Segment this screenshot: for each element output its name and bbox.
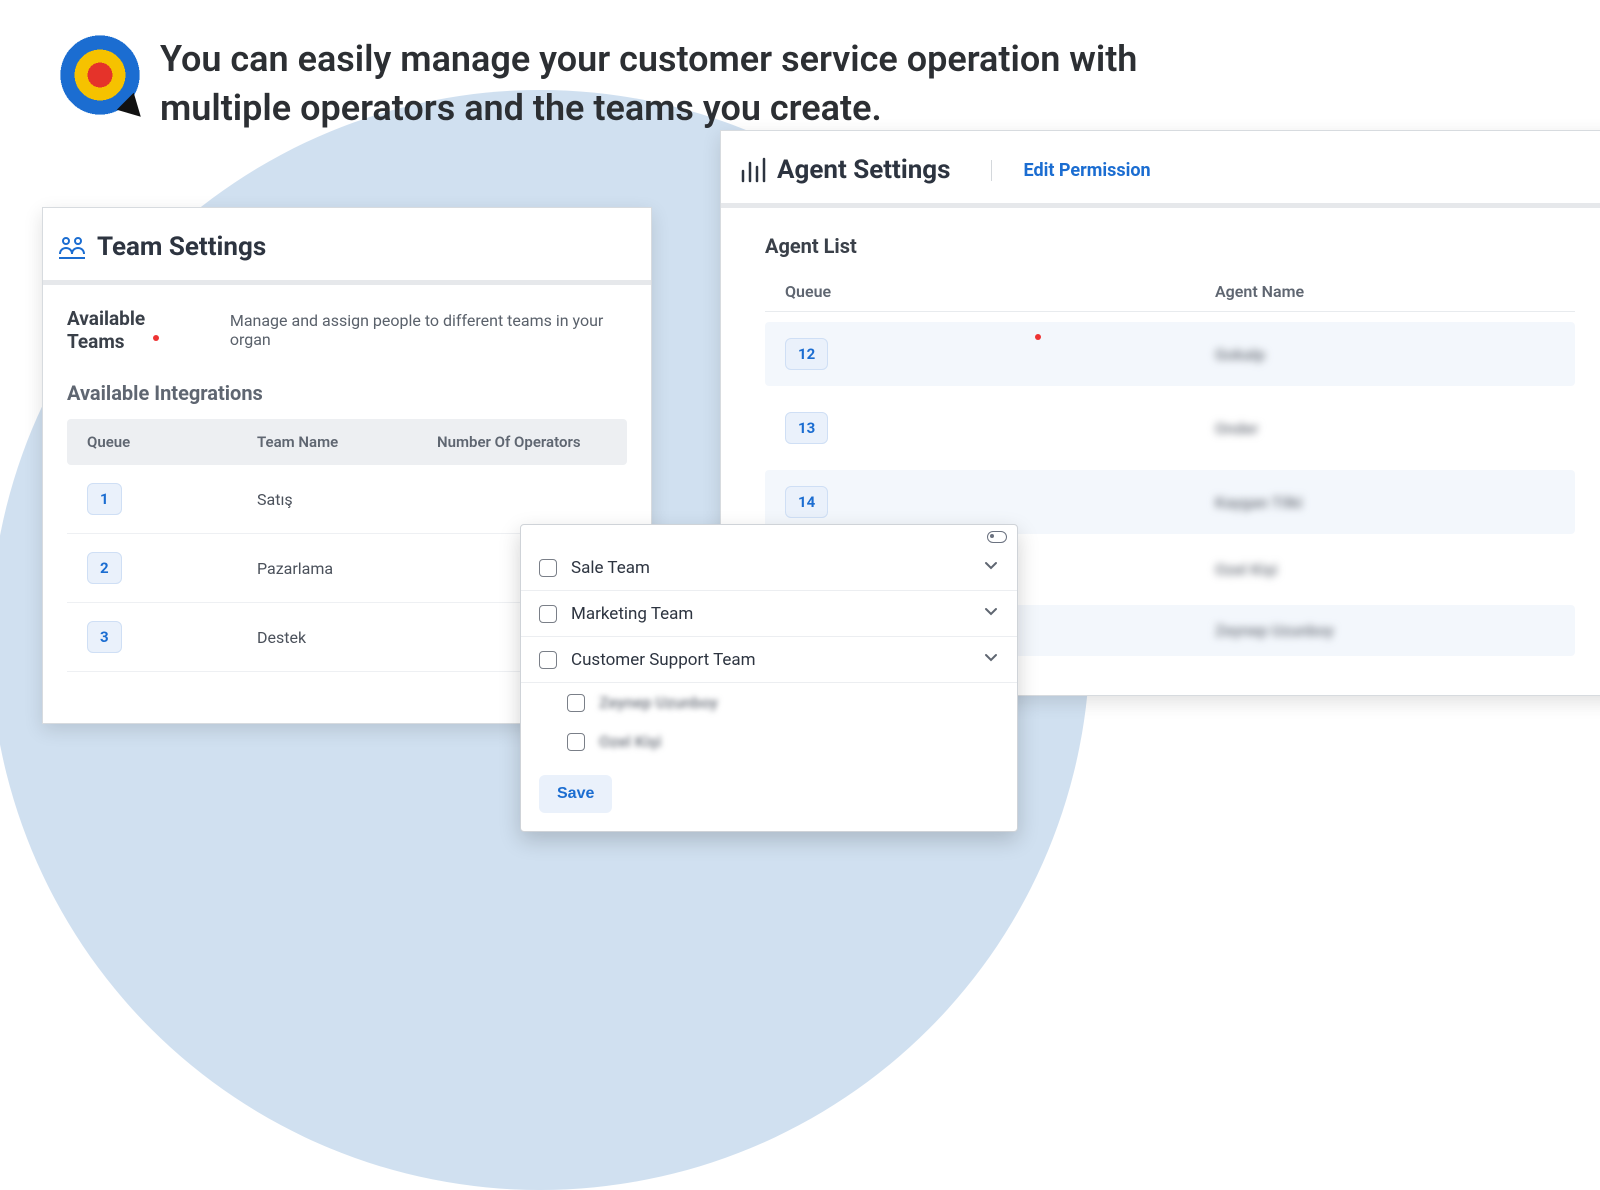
team-icon: [57, 234, 87, 260]
chevron-down-icon[interactable]: [983, 649, 999, 670]
queue-badge: 12: [785, 338, 828, 370]
col-agent-name: Agent Name: [1215, 282, 1555, 301]
table-row[interactable]: 13 Onder: [765, 396, 1575, 460]
queue-badge: 1: [87, 483, 122, 515]
target-icon: [60, 35, 140, 115]
team-option-sale[interactable]: Sale Team: [521, 545, 1017, 591]
team-select-popover: Sale Team Marketing Team Customer Suppor…: [520, 524, 1018, 832]
agent-name-cell: Kaygan Tilki: [1215, 493, 1555, 512]
chevron-down-icon[interactable]: [983, 557, 999, 578]
col-num-operators: Number Of Operators: [437, 433, 607, 451]
agent-name-cell: Onder: [1215, 419, 1555, 438]
table-row[interactable]: 12 Gokalp: [765, 322, 1575, 386]
available-teams-desc: Manage and assign people to different te…: [230, 311, 627, 349]
available-integrations-label: Available Integrations: [67, 381, 627, 405]
agent-settings-title: Agent Settings: [777, 155, 951, 185]
checkbox[interactable]: [567, 733, 585, 751]
notification-dot: [1035, 334, 1041, 340]
bar-chart-icon: [739, 157, 767, 183]
agent-table-header: Queue Agent Name: [765, 272, 1575, 312]
notification-dot: [153, 335, 159, 341]
chevron-down-icon[interactable]: [983, 603, 999, 624]
agent-list-title: Agent List: [765, 234, 1575, 258]
team-table-header: Queue Team Name Number Of Operators: [67, 419, 627, 465]
agent-name-cell: Gokalp: [1215, 345, 1555, 364]
team-settings-title: Team Settings: [97, 232, 266, 262]
checkbox[interactable]: [539, 559, 557, 577]
checkbox[interactable]: [567, 694, 585, 712]
checkbox[interactable]: [539, 605, 557, 623]
col-queue: Queue: [785, 282, 1215, 301]
sub-item-label: Ozel Kişi: [599, 732, 661, 751]
team-sub-item[interactable]: Zeynep Uzunboy: [521, 683, 1017, 722]
team-option-marketing[interactable]: Marketing Team: [521, 591, 1017, 637]
queue-badge: 13: [785, 412, 828, 444]
col-team-name: Team Name: [257, 433, 437, 451]
agent-name-cell: Ozel Kişi: [1215, 560, 1555, 579]
team-name-cell: Satış: [257, 490, 437, 509]
team-name-cell: Pazarlama: [257, 559, 437, 578]
team-option-label: Marketing Team: [571, 604, 693, 624]
list-toggle-icon[interactable]: [987, 531, 1007, 543]
team-option-label: Sale Team: [571, 558, 650, 578]
agent-name-cell: Zeynep Uzunboy: [1215, 621, 1555, 640]
page-headline: You can easily manage your customer serv…: [160, 35, 1160, 132]
team-name-cell: Destek: [257, 628, 437, 647]
available-teams-label: Available Teams: [67, 307, 200, 353]
checkbox[interactable]: [539, 651, 557, 669]
team-option-support[interactable]: Customer Support Team: [521, 637, 1017, 683]
team-option-label: Customer Support Team: [571, 650, 756, 670]
save-button[interactable]: Save: [539, 775, 612, 813]
sub-item-label: Zeynep Uzunboy: [599, 693, 718, 712]
team-sub-item[interactable]: Ozel Kişi: [521, 722, 1017, 761]
queue-badge: 3: [87, 621, 122, 653]
queue-badge: 2: [87, 552, 122, 584]
col-queue: Queue: [87, 433, 257, 451]
queue-badge: 14: [785, 486, 828, 518]
edit-permission-link[interactable]: Edit Permission: [991, 160, 1151, 181]
